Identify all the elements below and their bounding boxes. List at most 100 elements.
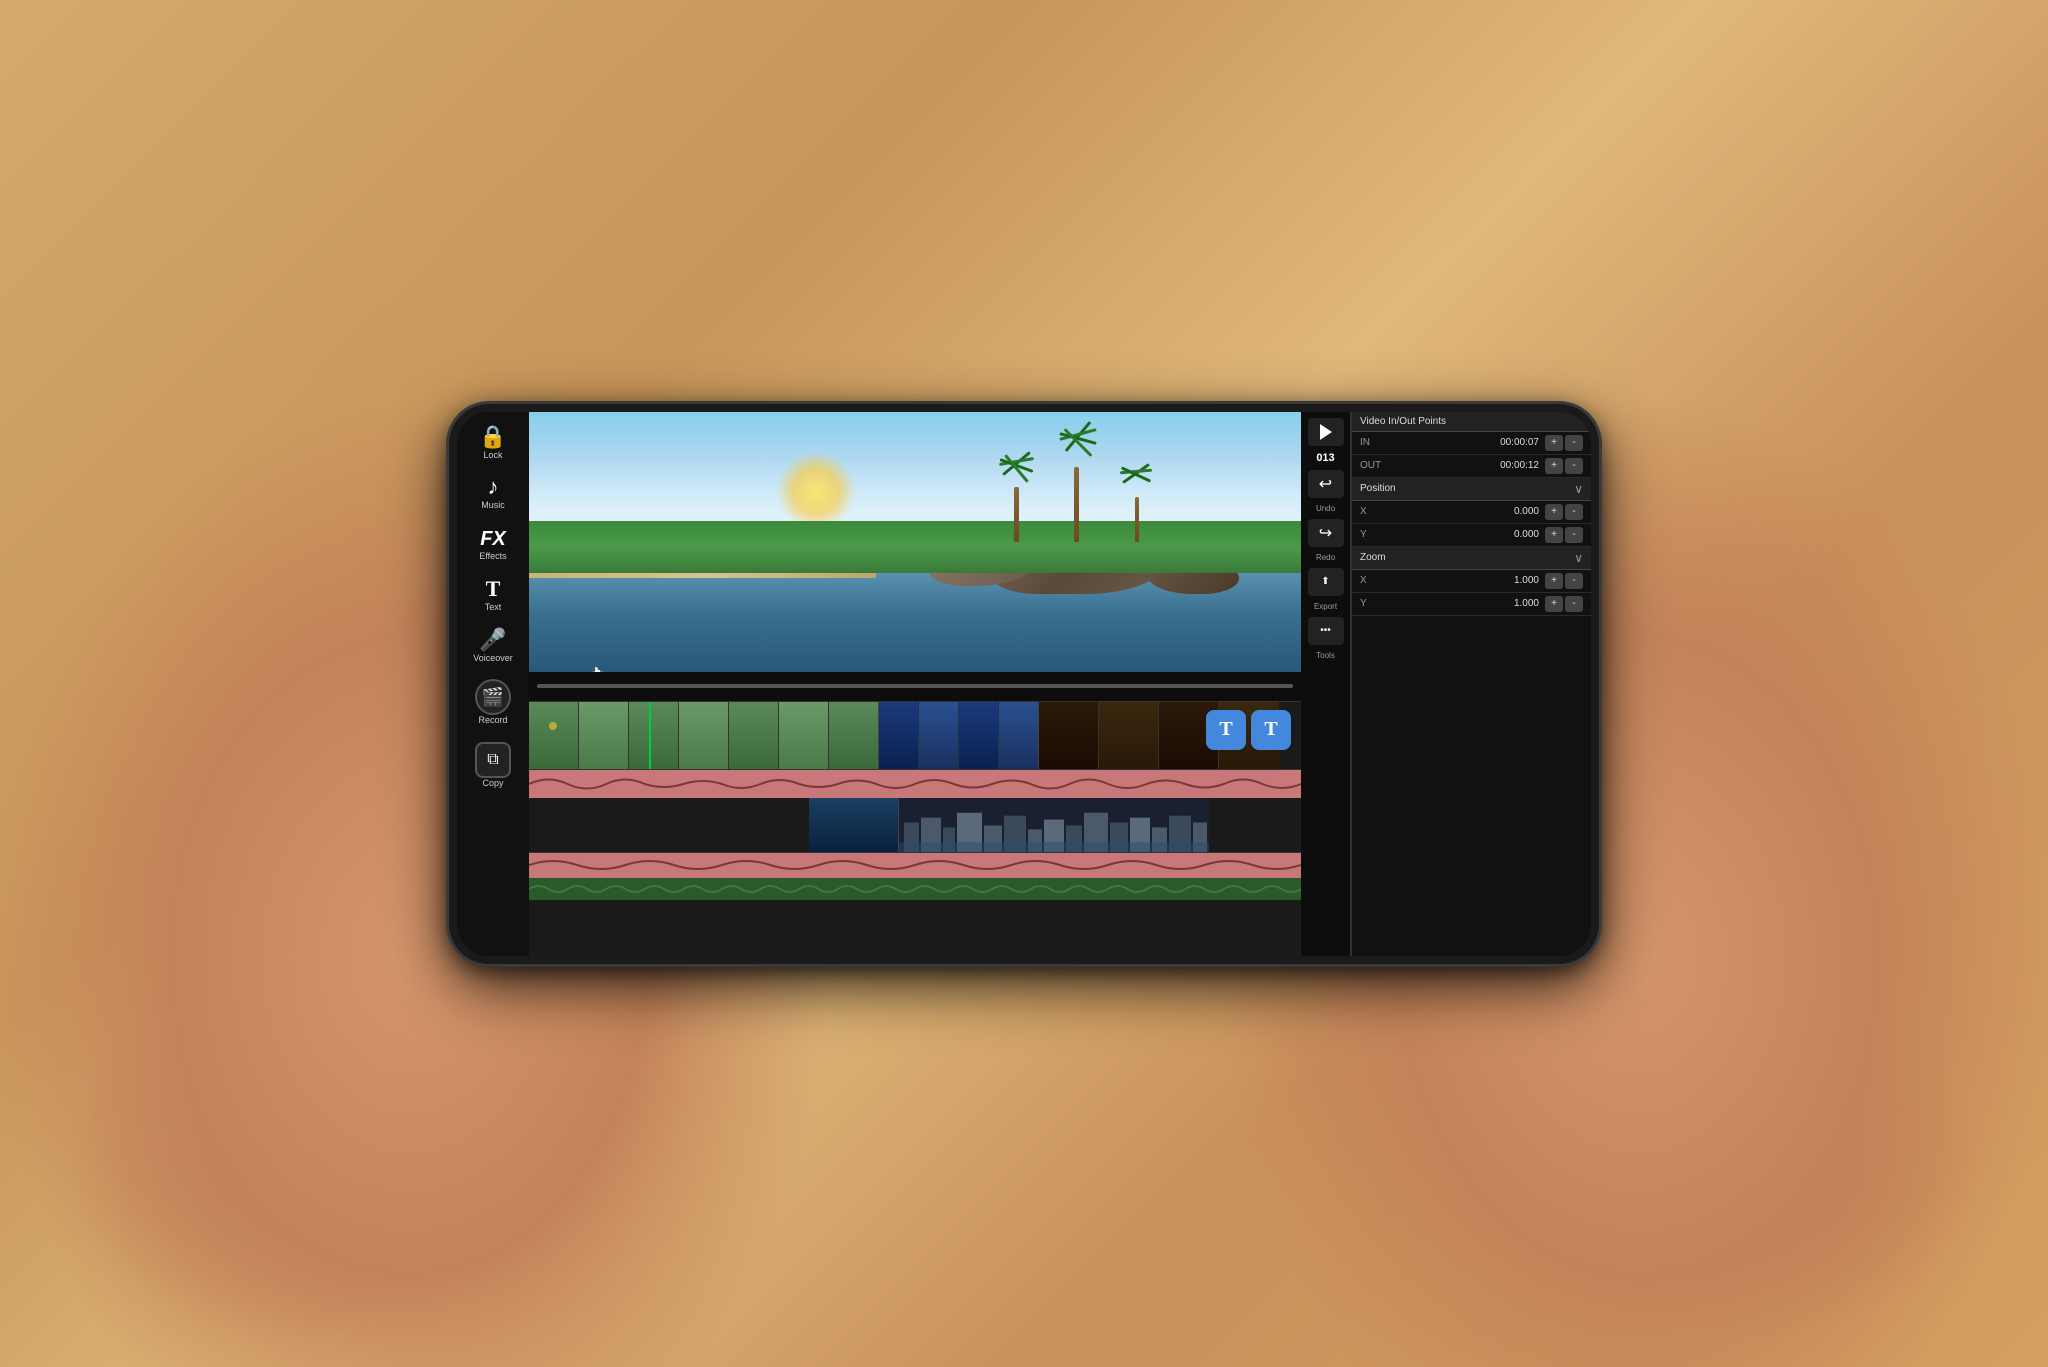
pos-y-minus-button[interactable]: - <box>1565 527 1583 543</box>
sidebar-item-lock[interactable]: 🔒 Lock <box>457 420 529 467</box>
phone-screen: 🔒 Lock ♪ Music FX Effects <box>457 412 1591 956</box>
palm-2-fronds <box>1049 427 1104 467</box>
pos-x-plus-button[interactable]: + <box>1545 504 1563 520</box>
track-audio-secondary <box>529 853 1301 878</box>
timeline-area: T T <box>529 672 1301 956</box>
clip-city-skyline[interactable] <box>899 798 1209 852</box>
text-overlay-t2[interactable]: T <box>1251 710 1291 750</box>
zoom-x-controls: + - <box>1545 573 1583 589</box>
section-video-inout: Video In/Out Points <box>1352 412 1591 432</box>
sidebar-item-record[interactable]: 🎬 Record <box>457 673 529 732</box>
pos-x-value: 0.000 <box>1390 506 1539 517</box>
palm-3 <box>1112 462 1162 542</box>
playhead <box>649 702 651 769</box>
zoom-y-plus-button[interactable]: + <box>1545 596 1563 612</box>
track-clips-secondary <box>529 798 1301 852</box>
zoom-y-label: Y <box>1360 598 1390 609</box>
gap-area <box>529 798 809 852</box>
sidebar-item-music[interactable]: ♪ Music <box>457 470 529 517</box>
copy-icon: ⧉ <box>475 742 511 778</box>
sunset-thumb-1 <box>879 702 919 769</box>
sidebar-item-text[interactable]: T Text <box>457 572 529 619</box>
copy-label: Copy <box>482 778 503 789</box>
zoom-x-value: 1.000 <box>1390 575 1539 586</box>
green-strip-bottom <box>529 878 1301 900</box>
zoom-x-minus-button[interactable]: - <box>1565 573 1583 589</box>
track-video-main: T T <box>529 702 1301 770</box>
zoom-x-label: X <box>1360 575 1390 586</box>
play-button[interactable] <box>1308 418 1344 446</box>
pos-y-plus-button[interactable]: + <box>1545 527 1563 543</box>
thumb-2 <box>579 702 629 769</box>
redo-button[interactable]: ↪ <box>1308 519 1344 547</box>
out-plus-button[interactable]: + <box>1545 458 1563 474</box>
pos-x-minus-button[interactable]: - <box>1565 504 1583 520</box>
tools-label: Tools <box>1316 651 1335 660</box>
green-waveform <box>529 878 1301 900</box>
tools-button[interactable]: ••• <box>1308 617 1344 645</box>
out-controls: + - <box>1545 458 1583 474</box>
clip-beach-group <box>529 702 879 769</box>
music-label: Music <box>481 500 505 511</box>
export-button[interactable]: ⬆ <box>1308 568 1344 596</box>
sky-area <box>529 412 1301 529</box>
record-icon: 🎬 <box>475 679 511 715</box>
text-overlay-t1[interactable]: T <box>1206 710 1246 750</box>
out-value: 00:00:12 <box>1390 460 1539 471</box>
play-icon <box>1320 424 1332 440</box>
pos-y-value: 0.000 <box>1390 529 1539 540</box>
sun-glow <box>776 451 856 531</box>
in-plus-button[interactable]: + <box>1545 435 1563 451</box>
zoom-y-controls: + - <box>1545 596 1583 612</box>
record-label: Record <box>478 715 507 726</box>
track-video-secondary <box>529 798 1301 853</box>
palm-2 <box>1049 427 1104 542</box>
row-pos-x: X 0.000 + - <box>1352 501 1591 524</box>
palm-3-trunk <box>1135 497 1139 542</box>
lock-label: Lock <box>483 450 502 461</box>
sidebar-item-copy[interactable]: ⧉ Copy <box>457 736 529 795</box>
phone-wrapper: 🔒 Lock ♪ Music FX Effects <box>424 374 1624 994</box>
effects-icon: FX <box>480 527 506 549</box>
out-minus-button[interactable]: - <box>1565 458 1583 474</box>
thumb-3 <box>629 702 679 769</box>
palm-1 <box>991 452 1041 542</box>
timeline-ruler <box>537 684 1293 688</box>
zoom-y-minus-button[interactable]: - <box>1565 596 1583 612</box>
lock-icon: 🔒 <box>479 426 506 448</box>
waveform-main <box>529 770 1301 798</box>
row-pos-y: Y 0.000 + - <box>1352 524 1591 547</box>
row-out: OUT 00:00:12 + - <box>1352 455 1591 478</box>
zoom-y-value: 1.000 <box>1390 598 1539 609</box>
pos-y-label: Y <box>1360 529 1390 540</box>
clip-city-1[interactable] <box>809 798 899 852</box>
sparkle-4 <box>589 670 603 672</box>
sidebar-item-voiceover[interactable]: 🎤 Voiceover <box>457 623 529 670</box>
thumb-1 <box>529 702 579 769</box>
pos-x-controls: + - <box>1545 504 1583 520</box>
thumb-4 <box>679 702 729 769</box>
effects-label: Effects <box>479 551 506 562</box>
palm-1-fronds <box>991 452 1041 487</box>
skyline-svg <box>899 798 1209 852</box>
voiceover-icon: 🎤 <box>479 629 506 651</box>
track-clips-main: T T <box>529 702 1301 769</box>
music-icon: ♪ <box>488 476 499 498</box>
frame-counter: 013 <box>1316 452 1334 464</box>
left-sidebar: 🔒 Lock ♪ Music FX Effects <box>457 412 529 956</box>
position-label: Position <box>1360 483 1396 494</box>
clip-sunset[interactable] <box>879 702 1039 769</box>
track-audio-main <box>529 770 1301 798</box>
clip-beach[interactable] <box>529 702 878 769</box>
sunset-thumb-2 <box>919 702 959 769</box>
in-label: IN <box>1360 437 1390 448</box>
sidebar-item-effects[interactable]: FX Effects <box>457 521 529 568</box>
undo-button[interactable]: ↩ <box>1308 470 1344 498</box>
section-position: Position ∨ <box>1352 478 1591 501</box>
text-track-overlay: T T <box>1206 710 1291 750</box>
in-minus-button[interactable]: - <box>1565 435 1583 451</box>
pos-x-label: X <box>1360 506 1390 517</box>
zoom-x-plus-button[interactable]: + <box>1545 573 1563 589</box>
palms-area <box>991 427 1162 542</box>
vegetation-area <box>529 521 1301 573</box>
